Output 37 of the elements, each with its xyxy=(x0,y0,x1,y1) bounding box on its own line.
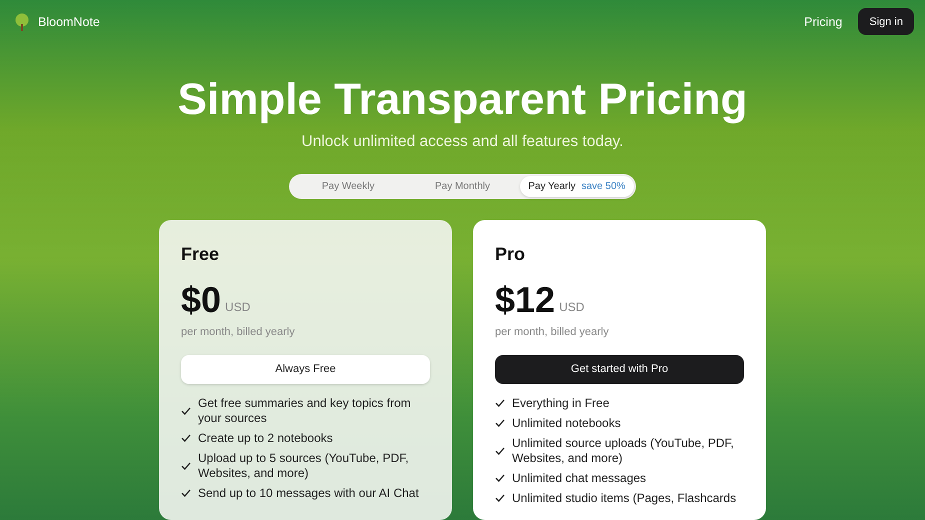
tree-logo-icon xyxy=(14,12,30,31)
feature-text: Upload up to 5 sources (YouTube, PDF, Websites, and more) xyxy=(198,450,410,480)
feature-text: Unlimited chat messages xyxy=(512,470,646,486)
feature-text: Get free summaries and key topics from your sources xyxy=(198,396,412,426)
billing-period: per month, billed yearly xyxy=(495,325,610,340)
billing-tab[interactable]: Pay Monthly xyxy=(405,176,520,197)
page-subtitle: Unlock unlimited access and all features today. xyxy=(300,132,624,152)
checkmark-icon xyxy=(495,474,505,482)
billing-tab[interactable]: Pay Yearly save 50% xyxy=(520,176,634,197)
billing-tab[interactable]: Pay Weekly xyxy=(291,176,406,197)
brand-name: BloomNote xyxy=(38,14,100,30)
billing-period: per month, billed yearly xyxy=(181,325,296,340)
checkmark-icon xyxy=(181,489,191,497)
plan-button[interactable]: Get started with Pro xyxy=(495,354,744,384)
checkmark-icon xyxy=(181,434,191,442)
checkmark-icon xyxy=(181,406,191,414)
feature-text: Send up to 10 messages with our AI Chat xyxy=(198,486,419,500)
plan-price: $12 xyxy=(495,280,556,320)
currency-label: USD xyxy=(225,299,250,316)
plan-name: Pro xyxy=(495,243,526,266)
plan-name: Free xyxy=(181,243,220,266)
checkmark-icon xyxy=(495,419,505,427)
sign-in-button[interactable]: Sign in xyxy=(858,8,914,36)
checkmark-icon xyxy=(495,399,505,407)
feature-text: Unlimited studio items (Pages, Flashcards xyxy=(512,490,736,506)
nav-link[interactable]: Pricing xyxy=(804,12,842,32)
checkmark-icon xyxy=(181,462,191,470)
feature-text: Unlimited notebooks xyxy=(512,416,621,430)
plan-price: $0 xyxy=(181,280,222,320)
feature-text: Unlimited source uploads (YouTube, PDF, Websites, and more) xyxy=(512,436,735,466)
checkmark-icon xyxy=(495,494,505,502)
checkmark-icon xyxy=(495,446,505,454)
feature-text: Create up to 2 notebooks xyxy=(198,430,333,446)
plan-button[interactable]: Always Free xyxy=(181,354,430,384)
page-title: Simple Transparent Pricing xyxy=(176,74,748,126)
feature-text: Everything in Free xyxy=(512,396,610,410)
currency-label: USD xyxy=(559,299,584,316)
